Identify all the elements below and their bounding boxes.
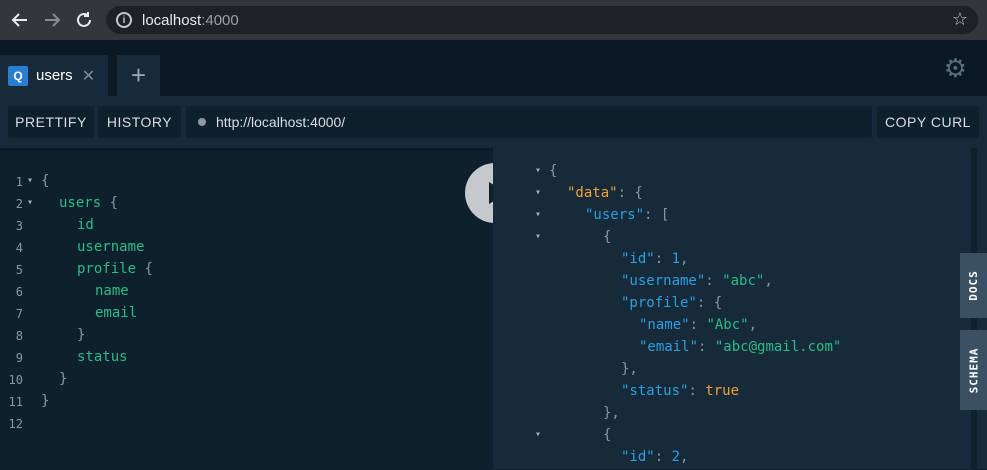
- result-line: ▾{: [493, 162, 963, 184]
- editor-line: 6 name: [0, 282, 493, 304]
- line-number: 11: [8, 395, 23, 409]
- tab-bar: Q users ✕ + ⚙: [0, 40, 987, 96]
- code-text: }: [41, 393, 50, 409]
- schema-tab[interactable]: SCHEMA: [960, 330, 987, 410]
- info-icon[interactable]: i: [116, 12, 132, 28]
- fold-toggle-icon[interactable]: ▾: [535, 231, 541, 242]
- json-text: "users": [: [585, 207, 670, 223]
- line-number: 9: [15, 351, 23, 365]
- json-text: "id": 1,: [621, 251, 689, 267]
- json-text: {: [603, 427, 612, 443]
- editor-line: 12: [0, 414, 493, 436]
- line-number: 8: [15, 329, 23, 343]
- endpoint-input[interactable]: http://localhost:4000/: [186, 106, 872, 138]
- code-text: email: [95, 305, 138, 321]
- json-text: "name": "Abc",: [639, 317, 758, 333]
- code-text: }: [59, 371, 68, 387]
- result-line: "username": "abc",: [493, 272, 963, 294]
- editor-line: 4 username: [0, 238, 493, 260]
- gear-icon[interactable]: ⚙: [944, 53, 967, 84]
- forward-arrow-icon[interactable]: [36, 0, 68, 40]
- editor-line: 11}: [0, 392, 493, 414]
- editor-line: 2 ▾ users {: [0, 194, 493, 216]
- json-text: "data": {: [567, 185, 643, 201]
- result-line: ▾ "users": [: [493, 206, 963, 228]
- result-line: ▾{: [493, 426, 963, 448]
- editor-line: 5 profile {: [0, 260, 493, 282]
- editor-line: 1 ▾ {: [0, 172, 493, 194]
- prettify-button[interactable]: PRETTIFY: [8, 106, 94, 138]
- browser-toolbar: i localhost:4000 ☆: [0, 0, 987, 40]
- result-panel: "id": 2, ▾{}, "status": true}, "email": "ab…: [493, 148, 987, 469]
- result-line: },: [493, 360, 963, 382]
- schema-tab-label: SCHEMA: [967, 347, 980, 393]
- editor-line: 9 status: [0, 348, 493, 370]
- close-icon[interactable]: ✕: [82, 66, 95, 86]
- code-text: {: [41, 173, 50, 189]
- code-text: status: [77, 349, 128, 365]
- result-line: ▾{: [493, 228, 963, 250]
- back-arrow-icon[interactable]: [4, 0, 36, 40]
- address-bar[interactable]: i localhost:4000 ☆: [106, 6, 978, 34]
- query-badge-icon: Q: [8, 65, 28, 86]
- line-number: 3: [15, 219, 23, 233]
- result-line: "id": 2,: [493, 448, 963, 470]
- fold-toggle-icon[interactable]: ▾: [27, 197, 33, 208]
- history-button[interactable]: HISTORY: [98, 106, 181, 138]
- tab-users[interactable]: Q users ✕: [0, 55, 108, 96]
- editor-line: 10}: [0, 370, 493, 392]
- json-text: "status": true: [621, 383, 740, 399]
- line-number: 4: [15, 241, 23, 255]
- docs-tab[interactable]: DOCS: [960, 253, 987, 318]
- result-line: ▾ "data": {: [493, 184, 963, 206]
- line-number: 10: [8, 373, 23, 387]
- code-text: name: [95, 283, 129, 299]
- fold-toggle-icon[interactable]: ▾: [535, 209, 541, 220]
- url-port: :4000: [201, 11, 239, 29]
- code-text: username: [77, 239, 145, 255]
- line-number: 2: [15, 197, 23, 211]
- code-text: }: [77, 327, 86, 343]
- editor-line: 3 id: [0, 216, 493, 238]
- code-text: id: [77, 217, 94, 233]
- result-line: "email": "abc@gmail.com": [493, 338, 963, 360]
- editor-line: 7 email: [0, 304, 493, 326]
- json-text: },: [621, 361, 638, 377]
- line-number: 6: [15, 285, 23, 299]
- tab-label: users: [36, 67, 73, 84]
- json-text: "id": 2,: [621, 449, 689, 465]
- line-number: 7: [15, 307, 23, 321]
- url-host: localhost: [142, 11, 202, 29]
- result-line: "status": true: [493, 382, 963, 404]
- star-icon[interactable]: ☆: [952, 9, 968, 30]
- fold-toggle-icon[interactable]: ▾: [27, 175, 33, 186]
- json-text: "username": "abc",: [621, 273, 773, 289]
- endpoint-url: http://localhost:4000/: [216, 114, 346, 130]
- json-text: },: [603, 405, 620, 421]
- line-number: 1: [15, 175, 23, 189]
- fold-toggle-icon[interactable]: ▾: [535, 165, 541, 176]
- result-line: "profile": {: [493, 294, 963, 316]
- result-line: "id": 1,: [493, 250, 963, 272]
- query-toolbar: PRETTIFY HISTORY http://localhost:4000/ …: [0, 96, 987, 148]
- result-line: "name": "Abc",: [493, 316, 963, 338]
- line-number: 5: [15, 263, 23, 277]
- code-text: users {: [59, 195, 119, 211]
- copy-curl-button[interactable]: COPY CURL: [877, 106, 979, 138]
- fold-toggle-icon[interactable]: ▾: [535, 187, 541, 198]
- json-text: {: [549, 163, 558, 179]
- docs-tab-label: DOCS: [967, 270, 980, 301]
- add-tab-button[interactable]: +: [117, 55, 160, 96]
- result-line: },: [493, 404, 963, 426]
- editor-line: 8}: [0, 326, 493, 348]
- query-editor[interactable]: 1 ▾ {2 ▾ users { 3 id 4 username 5 profile { 6 name 7…: [0, 148, 493, 469]
- json-text: "email": "abc@gmail.com": [639, 339, 842, 355]
- json-text: {: [603, 229, 612, 245]
- reload-icon[interactable]: [68, 0, 100, 40]
- json-text: "profile": {: [621, 295, 723, 311]
- fold-toggle-icon[interactable]: ▾: [535, 429, 541, 440]
- code-text: profile {: [77, 261, 153, 277]
- status-dot-icon: [198, 118, 206, 126]
- line-number: 12: [8, 417, 23, 431]
